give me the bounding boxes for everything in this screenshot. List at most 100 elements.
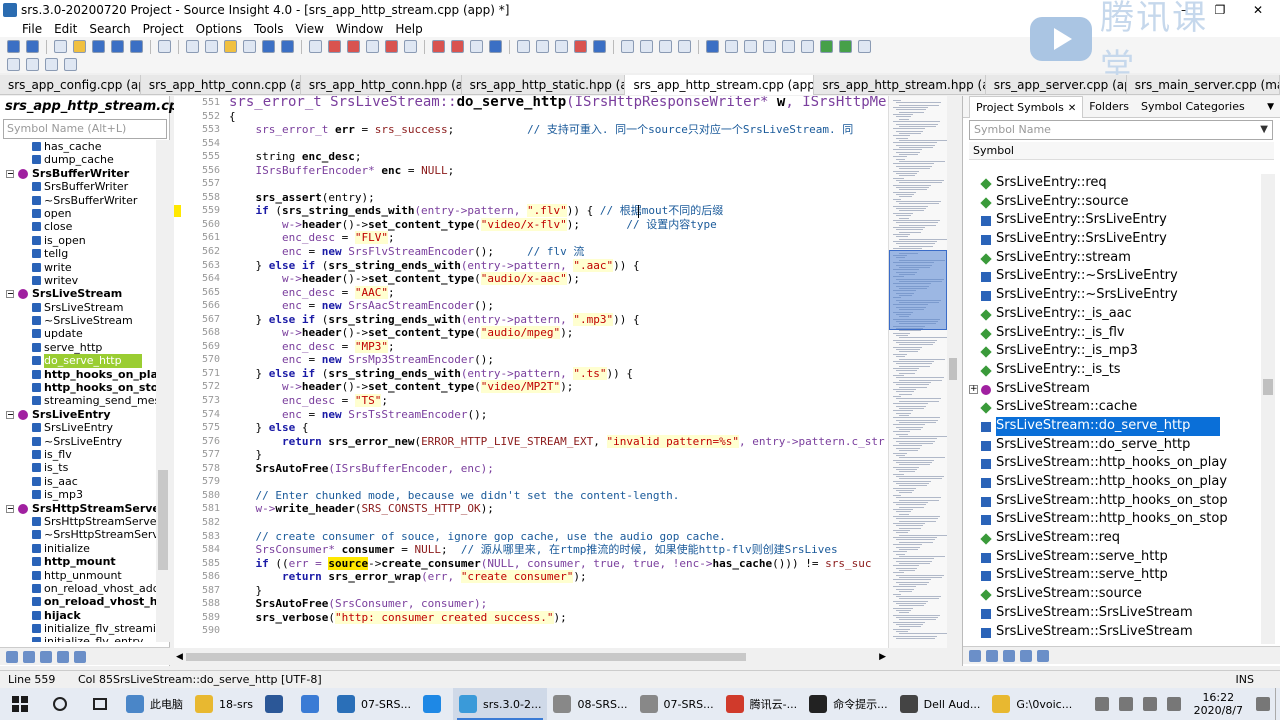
symbol-list-item[interactable]: SrsLiveStream::http_hooks_on_stop — [969, 492, 1259, 511]
copy-icon[interactable] — [986, 649, 998, 662]
close-button[interactable]: ✕ — [1240, 0, 1276, 20]
code-line[interactable]: return srs_error_new(ERROR_HTTP_LIVE_STR… — [229, 434, 888, 449]
code-line[interactable]: srs_assert(entry); — [229, 191, 888, 205]
symbol-list-item[interactable]: SrsLiveStream::do_serve_http — [969, 436, 1259, 455]
window-d-icon[interactable] — [64, 58, 77, 71]
menu-search[interactable]: Search — [83, 22, 136, 36]
panel-menu-icon[interactable]: ▼ — [1261, 96, 1280, 118]
tray-app-icon[interactable] — [1118, 697, 1133, 711]
code-line[interactable]: // create consumer of souce, ignore gop … — [229, 530, 888, 544]
notification-icon[interactable] — [1256, 697, 1270, 711]
menu-file[interactable]: File — [0, 22, 48, 36]
code-line[interactable]: srs_error_t err = srs_success; // 支持可重入.… — [229, 123, 888, 137]
taskbar-app[interactable] — [417, 688, 453, 720]
layout-3-icon[interactable] — [659, 40, 672, 53]
tree-item[interactable]: http_mount — [0, 555, 156, 568]
panel-tab[interactable]: Folders — [1083, 96, 1135, 118]
tree-item[interactable]: is_flv — [0, 448, 156, 461]
symbol-list-item[interactable]: + SrsLiveStream — [969, 380, 1259, 399]
code-line[interactable]: enc = new SrsMp3StreamEncoder(); — [229, 353, 888, 367]
tree-item[interactable]: SrsLiveStream — [0, 301, 156, 314]
code-line[interactable]: SrsConsumer* consumer = NULL; // 源从哪里来, … — [229, 543, 888, 557]
symbol-list-item[interactable]: SrsLiveEntry::_is_ts — [969, 361, 1259, 380]
code-line[interactable]: ISrsBufferEncoder* enc = NULL; — [229, 164, 888, 178]
file-tab[interactable]: srs_app_http_conn.hpp (app) — [301, 75, 462, 95]
symbol-list-item[interactable]: SrsLiveEntry::~SrsLiveEntry — [969, 286, 1259, 305]
code-line[interactable]: } else if (srs_string_ends_with(entry->p… — [229, 366, 888, 381]
tree-item[interactable]: − SrsHttpStreamServer — [0, 502, 156, 515]
tile-icon[interactable] — [801, 40, 814, 53]
code-line[interactable]: { — [229, 110, 888, 124]
code-line[interactable]: string enc_desc; — [229, 150, 888, 164]
copy-icon[interactable] — [205, 40, 218, 53]
replace-icon[interactable] — [366, 40, 379, 53]
layout-2-icon[interactable] — [640, 40, 653, 53]
tree-item[interactable]: − SrsLiveStream — [0, 287, 156, 300]
symbol-list-item[interactable]: SrsLiveStream::serve_http — [969, 566, 1259, 585]
options-icon[interactable] — [858, 40, 871, 53]
preview-icon[interactable] — [782, 40, 795, 53]
symbol-list-item[interactable]: SrsLiveEntry::SrsLiveEntry — [969, 211, 1259, 230]
tree-item[interactable]: SrsLiveEntry — [0, 421, 156, 434]
chevron-down-icon[interactable]: ▼ — [1260, 121, 1268, 139]
file-tab[interactable]: srs_app_http_stream.hpp (app) — [814, 75, 986, 95]
code-line[interactable]: } else if (srs_string_ends_with(entry->p… — [229, 312, 888, 327]
volume-icon[interactable] — [1166, 697, 1181, 711]
menu-view[interactable]: View — [290, 22, 330, 36]
tree-item[interactable]: SrsHttpStreamServer — [0, 515, 156, 528]
sort-icon[interactable] — [6, 650, 18, 663]
collapse-icon[interactable]: − — [6, 504, 14, 513]
menu-project[interactable]: Project — [137, 22, 190, 36]
clip-window-icon[interactable] — [744, 40, 757, 53]
tree-item[interactable]: is_open — [0, 234, 156, 247]
tree-item[interactable]: ~SrsLiveEntry — [0, 435, 156, 448]
code-area[interactable]: srs_error_t SrsLiveStream::do_serve_http… — [229, 96, 888, 648]
close-file-icon[interactable] — [130, 40, 143, 53]
find-icon[interactable] — [309, 40, 322, 53]
tree-item[interactable]: ~SrsLiveStream — [0, 314, 156, 327]
file-tab[interactable]: srs_main_server.cpp (main) — [1127, 75, 1280, 95]
bookmark-icon[interactable] — [432, 40, 445, 53]
list-icon[interactable] — [23, 650, 35, 663]
tree-item[interactable]: serve_http — [0, 341, 156, 354]
code-line[interactable]: // Enter chunked mode, because we didn't… — [229, 489, 888, 503]
task-view-button[interactable] — [80, 688, 120, 720]
symbol-list-item[interactable]: SrsLiveEntry::_is_aac — [969, 305, 1259, 324]
code-line[interactable]: } — [229, 448, 888, 462]
taskbar-app[interactable]: 07-SRS... — [634, 688, 720, 720]
bookmark-list-icon[interactable] — [470, 40, 483, 53]
search-files-icon[interactable] — [385, 40, 398, 53]
symbol-list-item[interactable]: SrsLiveStream::SrsLiveStream — [969, 604, 1259, 623]
window-b-icon[interactable] — [26, 58, 39, 71]
tree-item[interactable]: initialize_flv_entry — [0, 635, 156, 642]
taskbar-app[interactable]: 08-SRS... — [547, 688, 633, 720]
symbol-list-item[interactable]: SrsLiveEntry::_is_mp3 — [969, 342, 1259, 361]
settings-icon[interactable] — [74, 650, 86, 663]
symbol-list-item[interactable]: SrsLiveEntry::_is_flv — [969, 324, 1259, 343]
tree-item[interactable]: − SrsLiveEntry — [0, 408, 156, 421]
symbol-list-item[interactable]: SrsLiveStream::http_hooks_on_stop — [969, 510, 1259, 529]
build-icon[interactable] — [820, 40, 833, 53]
code-line[interactable]: w->header()->set_content_type("audio/x-a… — [229, 272, 888, 286]
project-symbol-search-input[interactable]: Symbol Name ▼ — [969, 120, 1273, 140]
file-tab[interactable]: srs_app_http_static.hpp (app) — [462, 75, 626, 95]
redo-icon[interactable] — [281, 40, 294, 53]
symbol-list-item[interactable]: SrsLiveStream::cache — [969, 398, 1259, 417]
symbol-list-item[interactable]: SrsLiveEntry::req — [969, 174, 1259, 193]
delete-icon[interactable] — [243, 40, 256, 53]
project-symbol-scrollbar[interactable] — [1261, 174, 1275, 644]
menu-help[interactable]: Help — [389, 22, 428, 36]
book-icon[interactable] — [57, 650, 69, 663]
code-line[interactable]: } else if (srs_string_ends_with(entry->p… — [229, 258, 888, 273]
code-line[interactable]: w->header()->set_content_type("audio/mpe… — [229, 326, 888, 340]
tree-item[interactable]: do_serve_http — [0, 354, 156, 368]
code-line[interactable]: w->header()->set_content_type("video/x-f… — [229, 217, 888, 232]
code-line[interactable]: } — [229, 584, 888, 598]
code-line[interactable]: w->write_header(SRS_CONSTS_HTTP_OK); — [229, 502, 888, 516]
forward-icon[interactable] — [26, 40, 39, 53]
code-line[interactable]: srs_error_t SrsLiveStream::do_serve_http… — [229, 96, 888, 110]
browse-icon[interactable] — [555, 40, 568, 53]
code-line[interactable]: srs_verbose("http: consumer created succ… — [229, 610, 888, 625]
symbol-list-item[interactable]: SrsLiveEntry::source — [969, 193, 1259, 212]
code-line[interactable]: enc_desc = "AAC"; — [229, 285, 888, 300]
